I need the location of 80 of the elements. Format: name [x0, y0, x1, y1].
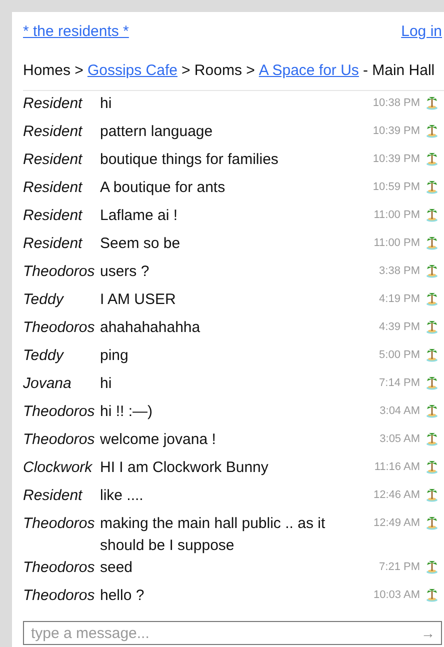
message-author: Theodoros	[23, 430, 95, 450]
breadcrumb-text: - Main Hall	[362, 62, 435, 78]
breadcrumb-link[interactable]: A Space for Us	[258, 62, 359, 78]
breadcrumb-text: Homes >	[23, 62, 84, 78]
message-text: users ?	[100, 262, 150, 282]
message-time: 11:00 PM	[374, 236, 421, 251]
message-time: 11:16 AM	[374, 460, 421, 475]
message-text: welcome jovana !	[100, 430, 217, 450]
message-time: 11:00 PM	[374, 208, 421, 223]
message-text: hi	[100, 94, 113, 114]
island-icon	[426, 124, 438, 138]
message-text: boutique things for families	[100, 150, 280, 170]
island-icon	[426, 432, 438, 446]
message-text: hi	[100, 374, 113, 394]
island-icon	[426, 560, 438, 574]
message-field[interactable]: type a message... →	[23, 621, 442, 645]
message-author: Resident	[23, 150, 82, 170]
message-author: Theodoros	[23, 262, 95, 282]
message-text: HI I am Clockwork Bunny	[100, 458, 270, 478]
message-text: A boutique for ants	[100, 178, 226, 198]
message-time: 4:19 PM	[379, 292, 421, 307]
send-button[interactable]: →	[421, 625, 435, 641]
message-time: 10:03 AM	[374, 588, 421, 603]
message-author: Resident	[23, 122, 82, 142]
message-text: Seem so be	[100, 234, 182, 254]
message-author: Theodoros	[23, 318, 95, 338]
island-icon	[426, 488, 438, 502]
message-time: 4:39 PM	[379, 320, 421, 335]
message-time: 10:39 PM	[372, 152, 421, 167]
island-icon	[426, 376, 438, 390]
message-time: 3:05 AM	[380, 432, 421, 447]
island-icon	[426, 404, 438, 418]
message-text: Laflame ai !	[100, 206, 179, 226]
message-time: 12:49 AM	[374, 516, 421, 531]
breadcrumb-link[interactable]: Gossips Cafe	[87, 62, 178, 78]
message-text: pattern language	[100, 122, 214, 142]
message-text: seed	[100, 558, 134, 578]
message-text: ping	[100, 346, 130, 366]
message-author: Theodoros	[23, 586, 95, 606]
login-link[interactable]: Log in	[401, 22, 442, 40]
message-author: Theodoros	[23, 514, 95, 534]
message-time: 10:59 PM	[372, 180, 421, 195]
island-icon	[426, 292, 438, 306]
message-author: Resident	[23, 486, 82, 506]
island-icon	[426, 588, 438, 602]
message-author: Teddy	[23, 346, 64, 366]
message-author: Resident	[23, 206, 82, 226]
island-icon	[426, 264, 438, 278]
island-icon	[426, 236, 438, 250]
message-author: Resident	[23, 234, 82, 254]
message-text: like ....	[100, 486, 144, 506]
message-text: hello ?	[100, 586, 146, 606]
site-link[interactable]: * the residents *	[23, 22, 129, 40]
message-time: 7:14 PM	[379, 376, 421, 391]
island-icon	[426, 152, 438, 166]
message-time: 3:38 PM	[379, 264, 421, 279]
message-author: Resident	[23, 178, 82, 198]
message-time: 10:38 PM	[372, 96, 421, 111]
message-author: Clockwork	[23, 458, 92, 478]
island-icon	[426, 208, 438, 222]
message-text: ahahahahahha	[100, 318, 202, 338]
message-author: Resident	[23, 94, 82, 114]
message-time: 3:04 AM	[380, 404, 421, 419]
island-icon	[426, 96, 438, 110]
message-author: Teddy	[23, 290, 64, 310]
message-time: 12:46 AM	[374, 488, 421, 503]
island-icon	[426, 516, 438, 530]
message-time: 10:39 PM	[372, 124, 421, 139]
message-time: 5:00 PM	[379, 348, 421, 363]
island-icon	[426, 348, 438, 362]
island-icon	[426, 320, 438, 334]
message-author: Theodoros	[23, 558, 95, 578]
breadcrumb-text: > Rooms >	[182, 62, 255, 78]
message-author: Jovana	[23, 374, 72, 394]
message-text: hi !! :—)	[100, 402, 154, 422]
island-icon	[426, 460, 438, 474]
message-time: 7:21 PM	[379, 560, 421, 575]
island-icon	[426, 180, 438, 194]
message-text: I AM USER	[100, 290, 177, 310]
message-author: Theodoros	[23, 402, 95, 422]
